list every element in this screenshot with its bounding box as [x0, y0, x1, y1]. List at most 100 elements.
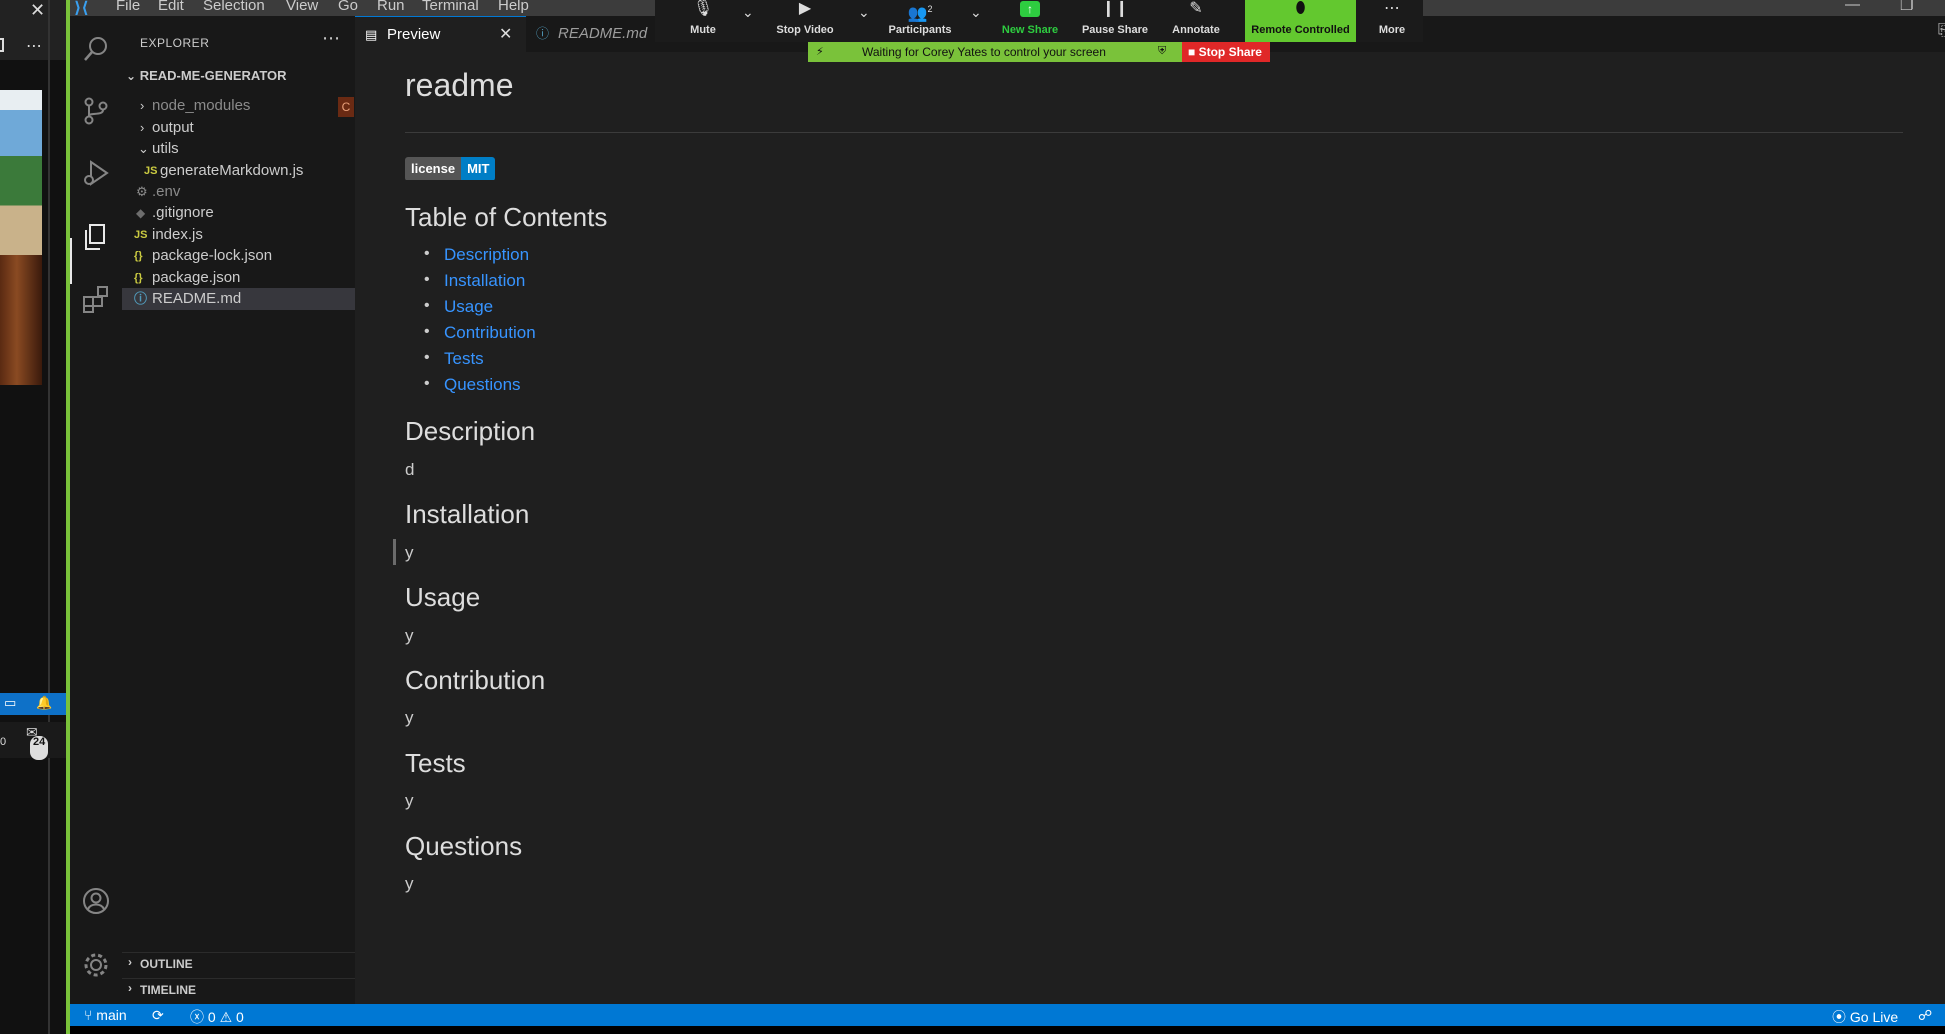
git-file-icon: ◆: [136, 206, 146, 220]
heading-rule: [405, 132, 1903, 133]
tree-item-output[interactable]: › output: [122, 117, 355, 139]
tree-item-label: .gitignore: [152, 204, 214, 221]
settings-file-icon: ⚙: [136, 184, 148, 199]
accounts-icon[interactable]: [79, 886, 113, 920]
menu-edit[interactable]: Edit: [158, 0, 184, 14]
search-icon[interactable]: [79, 34, 113, 68]
tree-item-node-modules[interactable]: › node_modules C: [122, 95, 355, 117]
menu-view[interactable]: View: [286, 0, 318, 14]
side-number: 0: [0, 736, 7, 748]
error-count: 0: [207, 1009, 216, 1025]
pause-share-button[interactable]: ❙❙ Pause Share: [1075, 0, 1155, 42]
toc-link-installation[interactable]: Installation: [424, 271, 536, 297]
remote-controlled-button[interactable]: ⬮ Remote Controlled: [1245, 0, 1356, 42]
toc-link-tests[interactable]: Tests: [424, 349, 536, 375]
git-branch-icon: ⑂: [84, 1007, 93, 1023]
info-file-icon: ⓘ: [134, 291, 148, 306]
annotate-button[interactable]: ✎ Annotate: [1163, 0, 1229, 42]
section-heading-description: Description: [405, 416, 536, 446]
stop-share-button[interactable]: ■ Stop Share: [1182, 42, 1270, 62]
stop-video-button[interactable]: ▶ Stop Video: [765, 0, 845, 42]
participants-button[interactable]: 👥2 Participants: [880, 0, 960, 42]
more-label: More: [1378, 24, 1406, 36]
more-actions-icon[interactable]: ⋯: [322, 28, 340, 49]
problems-indicator[interactable]: ⓧ 0 ⚠ 0: [190, 1007, 244, 1027]
markdown-preview: readme licenseMIT Table of Contents Desc…: [355, 52, 1945, 1004]
go-live-button[interactable]: ⦿ Go Live: [1832, 1007, 1898, 1027]
new-share-button[interactable]: ↑ New Share: [995, 0, 1065, 42]
feedback-icon[interactable]: ☍: [1918, 1007, 1932, 1024]
bell-icon[interactable]: 🔔: [36, 695, 52, 711]
restore-button[interactable]: ❐: [1900, 0, 1913, 14]
toc-link-description[interactable]: Description: [424, 245, 536, 271]
menu-terminal[interactable]: Terminal: [422, 0, 479, 14]
chevron-down-icon[interactable]: ⌄: [970, 4, 982, 21]
menu-run[interactable]: Run: [377, 0, 405, 14]
explorer-icon[interactable]: [79, 222, 113, 256]
remote-control-banner: ⚡ Waiting for Corey Yates to control you…: [808, 42, 1182, 62]
tree-item-label: README.md: [152, 290, 242, 307]
pencil-icon: ✎: [1189, 0, 1203, 17]
tree-item-label: utils: [152, 140, 179, 157]
tree-item-readme[interactable]: ⓘ README.md: [122, 288, 355, 310]
section-heading-contribution: Contribution: [405, 665, 546, 695]
badge-label: license: [405, 157, 462, 180]
toc-link-usage[interactable]: Usage: [424, 297, 536, 323]
toc-list: Description Installation Usage Contribut…: [424, 245, 536, 401]
more-icon: ⋯: [1384, 0, 1400, 17]
broadcast-icon: ⦿: [1832, 1009, 1846, 1025]
remote-icon: ⚡: [816, 46, 824, 58]
toc-link-contribution[interactable]: Contribution: [424, 323, 536, 349]
pause-icon: ❙❙: [1101, 0, 1129, 17]
tree-item-utils[interactable]: ⌄ utils: [122, 138, 355, 160]
more-button[interactable]: ⋯ More: [1367, 0, 1417, 42]
chevron-down-icon: ⌄: [138, 141, 149, 156]
share-arrow-icon: ↑: [995, 0, 1065, 24]
divider: [48, 0, 50, 1034]
menu-go[interactable]: Go: [338, 0, 358, 14]
tree-item-generate-markdown[interactable]: JS generateMarkdown.js: [122, 160, 355, 182]
close-icon[interactable]: ✕: [499, 17, 512, 53]
tree-item-env[interactable]: ⚙ .env: [122, 181, 355, 203]
stop-icon: ■: [1188, 45, 1196, 59]
background-window-strip: ✕ ⋯ ▭ 🔔 0 ✉ 24: [0, 0, 66, 1034]
sync-icon[interactable]: ⟳: [152, 1007, 164, 1024]
source-control-icon[interactable]: [79, 96, 113, 130]
stop-video-label: Stop Video: [776, 24, 834, 36]
menu-selection[interactable]: Selection: [203, 0, 265, 14]
mouse-icon: ⬮: [1295, 0, 1306, 17]
more-icon[interactable]: ⋯: [26, 36, 43, 56]
tree-item-gitignore[interactable]: ◆ .gitignore: [122, 202, 355, 224]
menu-help[interactable]: Help: [498, 0, 529, 14]
tree-item-label: output: [152, 119, 194, 136]
open-source-icon[interactable]: ⎘: [1938, 22, 1945, 40]
run-debug-icon[interactable]: [79, 158, 113, 192]
menu-file[interactable]: File: [116, 0, 140, 14]
tree-item-package-lock[interactable]: {} package-lock.json: [122, 245, 355, 267]
branch-indicator[interactable]: ⑂ main: [84, 1007, 127, 1023]
chevron-down-icon[interactable]: ⌄: [858, 4, 870, 21]
branch-name: main: [96, 1007, 127, 1023]
outline-label: OUTLINE: [140, 957, 193, 971]
chevron-down-icon[interactable]: ⌄: [742, 4, 754, 21]
outline-section[interactable]: › OUTLINE: [122, 952, 355, 974]
screen-icon[interactable]: ▭: [4, 695, 16, 711]
gear-icon[interactable]: [79, 950, 113, 984]
tree-item-package-json[interactable]: {} package.json: [122, 267, 355, 289]
toc-link-questions[interactable]: Questions: [424, 375, 536, 401]
close-icon[interactable]: ✕: [30, 0, 45, 21]
tree-item-index-js[interactable]: JS index.js: [122, 224, 355, 246]
minimize-button[interactable]: —: [1845, 0, 1860, 13]
workspace-root[interactable]: ⌄ READ-ME-GENERATOR: [126, 68, 287, 83]
tab-readme[interactable]: ⓘ README.md: [526, 16, 656, 52]
chevron-right-icon: ›: [128, 981, 132, 995]
mute-button[interactable]: 🎙 Mute: [675, 0, 731, 42]
tree-item-label: index.js: [152, 226, 203, 243]
section-heading-usage: Usage: [405, 582, 481, 612]
chevron-right-icon: ›: [140, 98, 145, 113]
timeline-section[interactable]: › TIMELINE: [122, 978, 355, 1000]
extensions-icon[interactable]: [79, 284, 113, 318]
preview-icon: ▤: [365, 27, 378, 42]
tab-preview-readme[interactable]: ▤ Preview README.md ✕: [355, 16, 526, 79]
line-marker: [393, 539, 396, 565]
